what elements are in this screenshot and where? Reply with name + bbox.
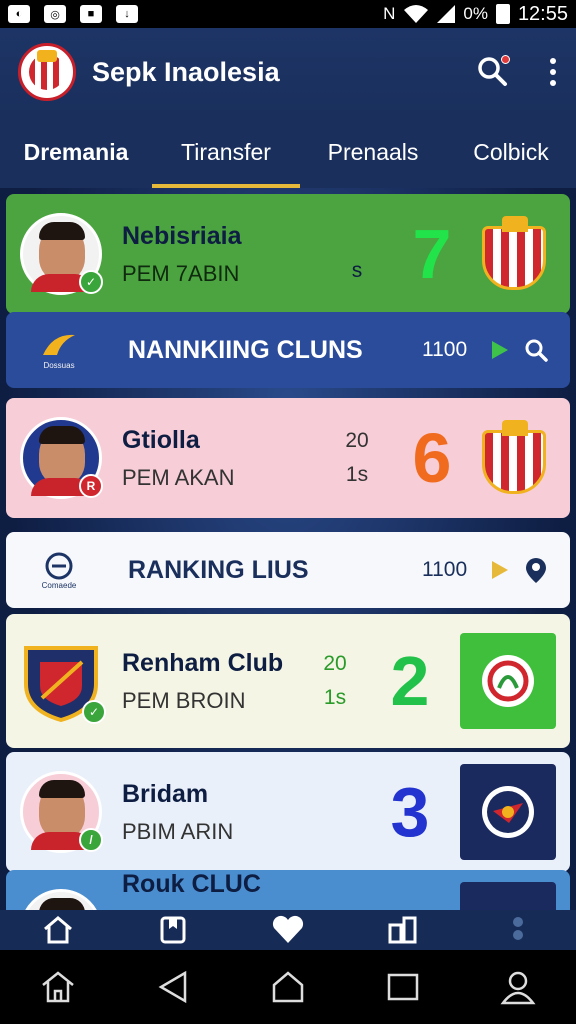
status-badge: / [79, 828, 103, 852]
home-icon [43, 916, 72, 944]
bird-logo-icon [43, 334, 75, 355]
club-logo-icon [45, 552, 73, 579]
player-card[interactable]: ✓ Renham Club PEM BROIN 20 1s 2 [6, 614, 570, 748]
location-icon[interactable] [522, 556, 550, 584]
notification-dot [501, 55, 510, 64]
status-badge: ✓ [79, 270, 103, 294]
ranking-row[interactable]: Comaede RANKING LIUS 1100 [6, 532, 570, 608]
bottom-navigation [0, 910, 576, 950]
app-logo[interactable] [18, 43, 76, 101]
club-name: Renham Club [122, 648, 284, 677]
tab-prenaals[interactable]: Prenaals [300, 116, 446, 188]
player-card[interactable]: / Bridam PBIM ARIN 3 [6, 752, 570, 872]
avatar [20, 889, 102, 910]
club-badge-avatar: ✓ [20, 640, 106, 724]
ranking-count: 1100 [422, 338, 468, 361]
nav-bookmark[interactable] [115, 910, 230, 950]
avatar: / [20, 771, 103, 853]
ranking-list[interactable]: ✓ Nebisriaia PEM 7ABIN s 7 Dossuas NANNK… [0, 188, 576, 910]
ranking-title: NANNKIING CLUNS [128, 335, 363, 364]
ranking-logo: Dossuas [26, 323, 92, 377]
ranking-count: 1100 [422, 558, 468, 581]
play-arrow-icon[interactable] [492, 341, 508, 359]
ranking-title: RANKING LIUS [128, 555, 309, 584]
tab-dremania[interactable]: Dremania [0, 116, 152, 188]
player-stats: 20 1s [345, 429, 369, 486]
club-tile [460, 633, 556, 729]
club-crest [482, 420, 548, 496]
more-apps-icon [513, 917, 524, 940]
battery-percent: 0% [463, 4, 488, 23]
bookmark-icon [160, 916, 186, 944]
ranking-row[interactable]: Dossuas NANNKIING CLUNS 1100 [6, 312, 570, 388]
app-title: Sepk Inaolesia [92, 56, 280, 87]
recents-icon[interactable] [385, 969, 421, 1005]
nav-favorites[interactable] [230, 910, 345, 950]
rank-number: 6 [412, 419, 452, 497]
tab-transfer[interactable]: Tiransfer [152, 116, 300, 188]
wifi-icon [404, 5, 429, 23]
player-stats: 20 1s [323, 652, 347, 709]
download-icon: ↓ [116, 5, 138, 23]
play-arrow-icon[interactable] [492, 561, 508, 579]
heart-icon [272, 915, 304, 943]
player-subtitle: PBIM ARIN [122, 818, 234, 844]
avatar: ✓ [20, 213, 103, 295]
status-badge: ✓ [82, 700, 106, 724]
status-bar: ◐ ◎ ■ ↓ N 0% 12:55 [0, 0, 576, 28]
nav-more[interactable] [461, 910, 576, 950]
search-icon[interactable] [522, 336, 550, 364]
overflow-menu-button[interactable] [548, 58, 558, 86]
club-crest [482, 216, 548, 292]
player-card[interactable]: Rouk CLUC [6, 870, 570, 910]
player-name: Nebisriaia [122, 221, 242, 250]
player-card[interactable]: ✓ Nebisriaia PEM 7ABIN s 7 [6, 194, 570, 314]
status-badge: R [79, 474, 103, 498]
club-tile [460, 882, 556, 910]
player-subtitle: PEM 7ABIN [122, 260, 240, 286]
player-name: Gtiolla [122, 425, 200, 454]
avatar: R [20, 417, 103, 499]
player-name: Rouk CLUC [122, 870, 261, 898]
app-bar: Sepk Inaolesia [0, 28, 576, 116]
clock: 12:55 [517, 2, 568, 25]
battery-icon [495, 4, 510, 24]
tab-bar: Dremania Tiransfer Prenaals Colbick [0, 116, 576, 188]
nav-stats[interactable] [346, 910, 461, 950]
system-navigation [0, 950, 576, 1024]
home-outline-icon[interactable] [40, 969, 76, 1005]
player-card[interactable]: R Gtiolla PEM AKAN 20 1s 6 [6, 398, 570, 518]
rank-number: 3 [390, 773, 430, 851]
ranking-logo: Comaede [26, 543, 92, 597]
camera-icon: ◎ [44, 5, 66, 23]
nfc-icon: N [383, 4, 396, 23]
player-stats: s [351, 259, 363, 282]
rank-number: 7 [412, 215, 452, 293]
tab-colbick[interactable]: Colbick [446, 116, 576, 188]
signal-icon [437, 5, 456, 23]
player-subtitle: PEM AKAN [122, 464, 235, 490]
home-icon[interactable] [270, 969, 306, 1005]
nav-home[interactable] [0, 910, 115, 950]
rank-number: 2 [390, 642, 430, 720]
stats-icon [388, 916, 417, 944]
profile-icon[interactable] [500, 969, 536, 1005]
notification-icon: ◐ [8, 5, 30, 23]
search-button[interactable] [476, 55, 510, 89]
player-name: Bridam [122, 779, 209, 808]
club-tile [460, 764, 556, 860]
player-stats [310, 778, 360, 846]
message-icon: ■ [80, 5, 102, 23]
club-subtitle: PEM BROIN [122, 687, 246, 713]
back-icon[interactable] [155, 969, 191, 1005]
